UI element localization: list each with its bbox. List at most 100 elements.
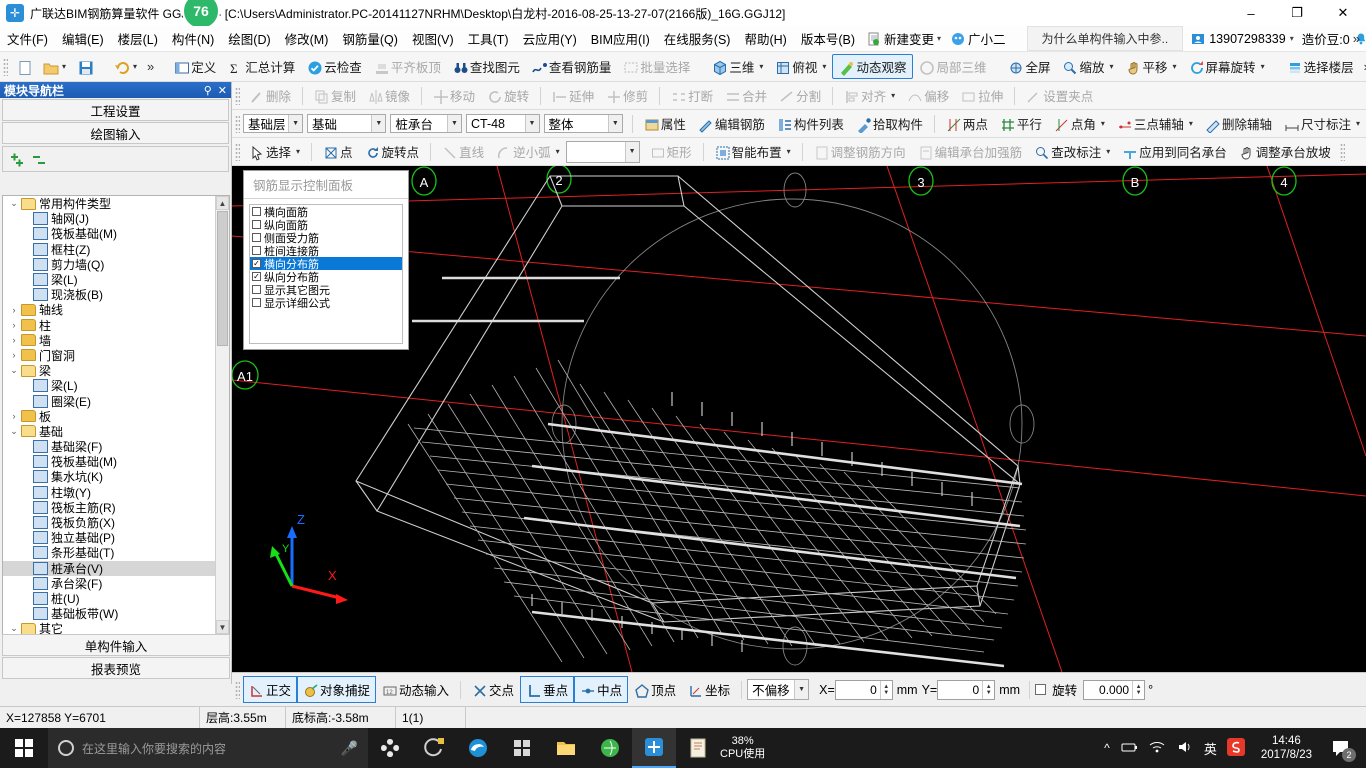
taskbar-app-store[interactable]	[500, 728, 544, 768]
batch-select-button[interactable]: 批量选择	[617, 55, 696, 78]
tree-item[interactable]: 筏板基础(M)	[3, 454, 215, 469]
edit-cap-reinforcement-button[interactable]: 编辑承台加强筋	[912, 140, 1029, 163]
define-button[interactable]: 定义	[168, 55, 222, 78]
drawing-viewport[interactable]: A 2 3 B 4 A1 Z X Y 钢筋显示控制面板 横向面筋 纵向面筋 侧面…	[232, 166, 1366, 672]
point-tool-button[interactable]: 点	[317, 140, 359, 163]
toolbar-grip[interactable]	[235, 86, 240, 105]
delete-axis-button[interactable]: 删除辅轴	[1199, 112, 1278, 135]
tree-item[interactable]: 轴网(J)	[3, 211, 215, 226]
rectangle-tool-button[interactable]: 矩形	[644, 140, 698, 163]
menu-draw[interactable]: 绘图(D)	[221, 26, 277, 51]
ime-indicator[interactable]: 英	[1204, 739, 1217, 758]
split-button[interactable]: 分割	[773, 84, 827, 107]
tree-item[interactable]: 承台梁(F)	[3, 576, 215, 591]
copy-button[interactable]: 复制	[308, 84, 362, 107]
tree-item[interactable]: 基础板带(W)	[3, 606, 215, 621]
spinner-icon[interactable]: ▲ ▼	[879, 680, 892, 699]
maximize-button[interactable]: ❐	[1274, 0, 1320, 26]
tree-folder[interactable]: ⌄ 常用构件类型	[3, 196, 215, 211]
delete-button[interactable]: 删除	[243, 84, 297, 107]
check-modify-annotation-button[interactable]: 查改标注 ▾	[1028, 140, 1116, 163]
chevron-down-icon[interactable]: ⌄	[7, 426, 21, 437]
x-offset-input[interactable]: 0 ▲ ▼	[834, 679, 893, 700]
tray-expand-icon[interactable]: ^	[1104, 741, 1110, 755]
chevron-down-icon[interactable]: ▼	[371, 115, 386, 132]
align-button[interactable]: 对齐 ▾	[838, 84, 901, 107]
adjust-cap-slope-button[interactable]: 调整承台放坡	[1233, 140, 1337, 163]
chevron-down-icon[interactable]: ▼	[607, 115, 622, 132]
screen-rotate-button[interactable]: 屏幕旋转 ▾	[1183, 55, 1271, 78]
tree-scrollbar[interactable]: ▲ ▼	[215, 196, 229, 634]
rotate-input[interactable]: 0.000 ▲ ▼	[1083, 679, 1146, 700]
combo-display-mode[interactable]: 整体 ▼	[543, 114, 623, 133]
smart-layout-button[interactable]: 智能布置 ▾	[709, 140, 797, 163]
toolbar-grip[interactable]	[235, 142, 240, 161]
select-tool-button[interactable]: 选择 ▾	[243, 140, 306, 163]
chevron-down-icon[interactable]: ▾	[1101, 119, 1105, 128]
tree-item[interactable]: 独立基础(P)	[3, 530, 215, 545]
tree-item[interactable]: 框柱(Z)	[3, 242, 215, 257]
undo-button[interactable]: ▾	[108, 58, 143, 76]
taskbar-search[interactable]: 在这里输入你要搜索的内容 🎤	[48, 728, 368, 768]
menu-file[interactable]: 文件(F)	[0, 26, 55, 51]
menu-bim-apps[interactable]: BIM应用(I)	[584, 26, 657, 51]
tree-folder[interactable]: › 板	[3, 409, 215, 424]
tree-item[interactable]: 剪力墙(Q)	[3, 257, 215, 272]
rotate-checkbox[interactable]	[1035, 684, 1047, 695]
tree-item[interactable]: 梁(L)	[3, 378, 215, 393]
chevron-right-icon[interactable]: ›	[7, 411, 21, 421]
tree-folder[interactable]: › 柱	[3, 318, 215, 333]
chevron-down-icon[interactable]: ▾	[556, 147, 560, 156]
menubar-overflow-button[interactable]: »	[1353, 31, 1360, 46]
break-button[interactable]: 打断	[665, 84, 719, 107]
rotate-point-tool-button[interactable]: 旋转点	[359, 140, 426, 163]
tree-folder[interactable]: › 轴线	[3, 302, 215, 317]
close-button[interactable]: ✕	[1320, 0, 1366, 26]
taskbar-clock[interactable]: 14:46 2017/8/23	[1261, 734, 1312, 762]
new-file-button[interactable]	[11, 58, 37, 76]
rebar-option-item[interactable]: 显示详细公式	[250, 296, 402, 310]
checkbox-icon[interactable]	[252, 220, 261, 229]
stretch-button[interactable]: 拉伸	[955, 84, 1009, 107]
spinner-icon[interactable]: ▲ ▼	[1132, 680, 1144, 699]
menu-tools[interactable]: 工具(T)	[461, 26, 516, 51]
arc-tool-button[interactable]: 逆小弧 ▾	[490, 140, 566, 163]
tree-item[interactable]: 筏板主筋(R)	[3, 500, 215, 515]
dimension-button[interactable]: 尺寸标注 ▾	[1278, 112, 1366, 135]
battery-icon[interactable]	[1120, 740, 1138, 757]
quick-access-overflow[interactable]: »	[143, 59, 158, 74]
object-snap-toggle[interactable]: 对象捕捉	[297, 676, 377, 703]
tree-item[interactable]: 柱墩(Y)	[3, 485, 215, 500]
summary-calc-button[interactable]: Σ 汇总计算	[222, 55, 301, 78]
pin-icon[interactable]: ⚲	[204, 84, 212, 97]
spinner-icon[interactable]: ▲ ▼	[982, 680, 994, 699]
chevron-down-icon[interactable]: ▾	[1106, 147, 1110, 156]
mirror-button[interactable]: 镜像	[362, 84, 416, 107]
tree-item[interactable]: 圈梁(E)	[3, 393, 215, 409]
chevron-down-icon[interactable]: ▾	[759, 62, 763, 71]
tree-folder[interactable]: › 墙	[3, 333, 215, 348]
notification-center-button[interactable]: 2	[1322, 728, 1360, 768]
minimize-button[interactable]: –	[1228, 0, 1274, 26]
expand-all-icon[interactable]	[9, 152, 23, 167]
checkbox-checked-icon[interactable]: ✓	[252, 272, 261, 281]
rotate-element-button[interactable]: 旋转	[481, 84, 535, 107]
snap-coordinate[interactable]: 坐标	[682, 676, 736, 703]
rebar-option-list[interactable]: 横向面筋 纵向面筋 侧面受力筋 桩间连接筋 ✓ 横向分布筋 ✓ 纵向分布筋 显示其它图元 显示详细…	[249, 204, 403, 344]
chevron-down-icon[interactable]: ▼	[524, 115, 539, 132]
checkbox-checked-icon[interactable]: ✓	[252, 259, 261, 268]
taskbar-app-ggj[interactable]	[632, 728, 676, 768]
tree-item[interactable]: 梁(L)	[3, 272, 215, 287]
tree-item[interactable]: 基础梁(F)	[3, 439, 215, 454]
chevron-down-icon[interactable]: ▼	[794, 680, 809, 699]
tab-drawing-input[interactable]: 绘图输入	[2, 122, 229, 144]
toolbar-grip[interactable]	[1339, 142, 1345, 161]
tree-item[interactable]: 桩(U)	[3, 591, 215, 606]
scrollbar-thumb[interactable]	[217, 211, 228, 346]
account-button[interactable]: 广小二	[946, 27, 1011, 50]
open-file-button[interactable]: ▾	[37, 58, 72, 76]
checkbox-icon[interactable]	[252, 298, 261, 307]
chevron-down-icon[interactable]: ▾	[1173, 62, 1177, 71]
taskbar-app-spiral[interactable]	[412, 728, 456, 768]
volume-icon[interactable]	[1176, 740, 1194, 757]
